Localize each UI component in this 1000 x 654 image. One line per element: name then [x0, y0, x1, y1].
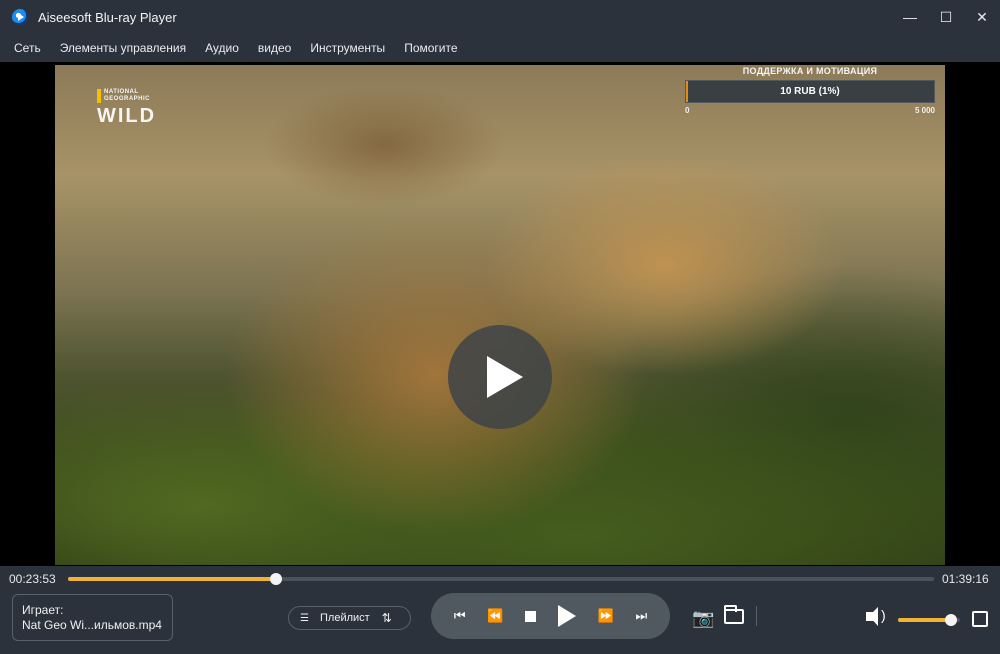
donation-overlay: ПОДДЕРЖКА И МОТИВАЦИЯ 10 RUB (1%) 0 5 00…: [685, 66, 935, 115]
volume-fill: [898, 618, 952, 622]
donation-title: ПОДДЕРЖКА И МОТИВАЦИЯ: [742, 66, 878, 76]
menu-tools[interactable]: Инструменты: [310, 41, 385, 55]
fullscreen-button[interactable]: [972, 611, 988, 627]
seek-bar[interactable]: [68, 573, 934, 585]
play-icon: [557, 605, 576, 627]
now-playing-box: Играет: Nat Geo Wi...ильмов.mp4: [12, 594, 173, 641]
seek-bar-fill: [68, 577, 276, 581]
donation-progress-fill: [686, 81, 689, 102]
video-viewport[interactable]: NATIONAL GEOGRAPHIC WILD ПОДДЕРЖКА И МОТ…: [0, 62, 1000, 566]
list-icon: ☰: [300, 612, 309, 624]
menu-network[interactable]: Сеть: [14, 41, 41, 55]
volume-handle[interactable]: [945, 614, 958, 626]
donation-max: 5 000: [914, 106, 935, 115]
menu-audio[interactable]: Аудио: [205, 41, 239, 55]
video-frame[interactable]: NATIONAL GEOGRAPHIC WILD ПОДДЕРЖКА И МОТ…: [55, 65, 945, 565]
donation-min: 0: [685, 106, 690, 115]
menu-controls[interactable]: Элементы управления: [60, 41, 186, 55]
menu-help[interactable]: Помогите: [404, 41, 457, 55]
volume-slider[interactable]: [898, 614, 960, 626]
donation-scale: 0 5 000: [685, 106, 935, 115]
playlist-button[interactable]: ☰ Плейлист ⇅: [288, 606, 411, 630]
control-bar: 00:23:53 01:39:16 Играет: Nat Geo Wi...и…: [0, 566, 1000, 654]
watermark-large-text: WILD: [97, 105, 157, 127]
app-logo-icon: [12, 9, 28, 25]
play-button[interactable]: [557, 605, 576, 627]
channel-watermark: NATIONAL GEOGRAPHIC WILD: [97, 89, 156, 128]
now-playing-label: Играет:: [22, 603, 64, 617]
open-folder-button[interactable]: [724, 605, 744, 624]
now-playing-file: Nat Geo Wi...ильмов.mp4: [22, 618, 162, 632]
window-controls: — ☐ ✕: [892, 0, 1000, 34]
window-title: Aiseesoft Blu-ray Player: [38, 9, 177, 25]
total-time: 01:39:16: [942, 572, 989, 586]
menu-bar: Сеть Элементы управления Аудио видео Инс…: [0, 34, 1000, 62]
stop-icon: [525, 610, 537, 622]
rewind-button[interactable]: ⏪: [487, 608, 503, 624]
divider: [756, 606, 757, 626]
big-play-button[interactable]: [448, 325, 552, 429]
seek-handle[interactable]: [269, 573, 282, 585]
transport-controls: ⏮ ⏪ ⏩ ⏭: [431, 593, 670, 639]
title-bar: Aiseesoft Blu-ray Player — ☐ ✕: [0, 0, 1000, 34]
fast-forward-button[interactable]: ⏩: [598, 608, 614, 624]
close-button[interactable]: ✕: [964, 0, 1000, 34]
volume-icon[interactable]: [866, 607, 886, 626]
menu-video[interactable]: видео: [258, 41, 291, 55]
donation-progress-bar: 10 RUB (1%): [685, 80, 935, 103]
current-time: 00:23:53: [9, 572, 56, 586]
watermark-small-text: NATIONAL GEOGRAPHIC: [97, 89, 150, 103]
donation-amount: 10 RUB (1%): [780, 86, 840, 97]
maximize-button[interactable]: ☐: [928, 0, 964, 34]
stop-button[interactable]: [525, 610, 537, 622]
next-button[interactable]: ⏭: [635, 608, 647, 624]
playlist-label: Плейлист: [320, 612, 370, 624]
snapshot-button[interactable]: 📷: [692, 608, 714, 629]
previous-button[interactable]: ⏮: [454, 608, 466, 624]
minimize-button[interactable]: —: [892, 0, 928, 34]
sort-icon[interactable]: ⇅: [382, 611, 392, 625]
